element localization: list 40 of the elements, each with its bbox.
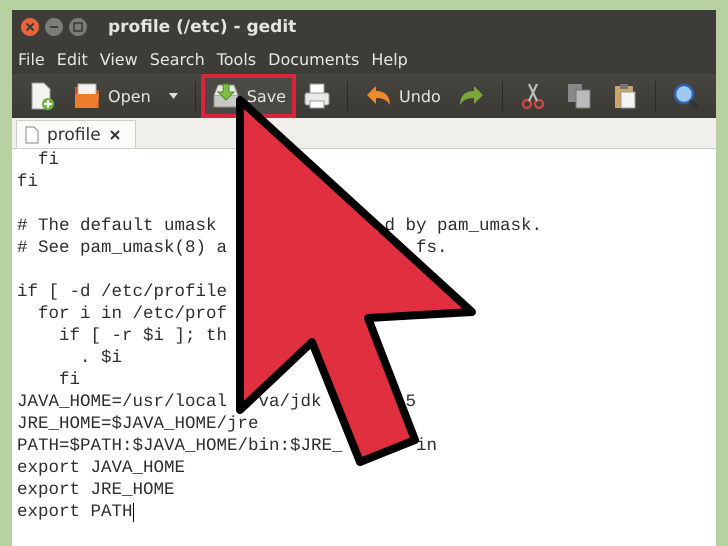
code-text: PATH=$PATH:$JAVA_HOME/bin:$JRE_: [17, 435, 343, 457]
code-text: if [ -d /etc/profile: [17, 281, 228, 303]
save-button[interactable]: Save: [204, 78, 292, 114]
code-text: if [ -r $i ]; th: [58, 325, 228, 347]
menu-item[interactable]: Help: [371, 50, 408, 68]
code-text: fi: [17, 171, 38, 193]
code-text: fi: [37, 149, 60, 171]
document-tab[interactable]: profile: [16, 120, 136, 148]
code-text: fi: [58, 369, 80, 391]
menu-item[interactable]: File: [18, 50, 45, 68]
code-text: va/jdk: [258, 391, 322, 413]
menu-item[interactable]: Documents: [268, 50, 360, 68]
code-text: export JRE_HOME: [17, 479, 175, 501]
minimize-icon[interactable]: [44, 17, 64, 37]
code-text: . $i: [79, 347, 122, 369]
code-text: export PATH: [17, 501, 133, 523]
document-icon: [25, 126, 39, 144]
open-button[interactable]: Open: [66, 78, 157, 114]
code-text: 5: [406, 391, 416, 413]
close-icon[interactable]: [108, 128, 121, 140]
code-text: fs.: [416, 237, 448, 259]
undo-button[interactable]: Undo: [357, 78, 447, 114]
code-text: in: [416, 435, 438, 457]
folder-icon: [72, 81, 102, 111]
printer-icon: [302, 81, 332, 111]
tab-label: profile: [47, 124, 101, 144]
code-text: # See pam_umask(8) a: [17, 237, 228, 259]
code-text: JAVA_HOME=/usr/local: [17, 391, 228, 413]
maximize-icon[interactable]: [68, 17, 88, 37]
caret-icon: [168, 93, 178, 99]
code-text: for i in /etc/prof: [37, 303, 228, 325]
window-title: profile (/etc) - gedit: [108, 17, 296, 37]
code-text: d by pam_umask.: [384, 215, 542, 237]
menu-item[interactable]: Search: [150, 50, 205, 68]
code-text: # The default umask: [17, 215, 217, 237]
menu-item[interactable]: View: [100, 50, 138, 68]
code-text: export JAVA_HOME: [17, 457, 186, 479]
code-text: JRE_HOME=$JAVA_HOME/jre: [17, 413, 259, 435]
menu-item[interactable]: Tools: [216, 50, 256, 68]
menu-item[interactable]: Edit: [56, 50, 88, 68]
